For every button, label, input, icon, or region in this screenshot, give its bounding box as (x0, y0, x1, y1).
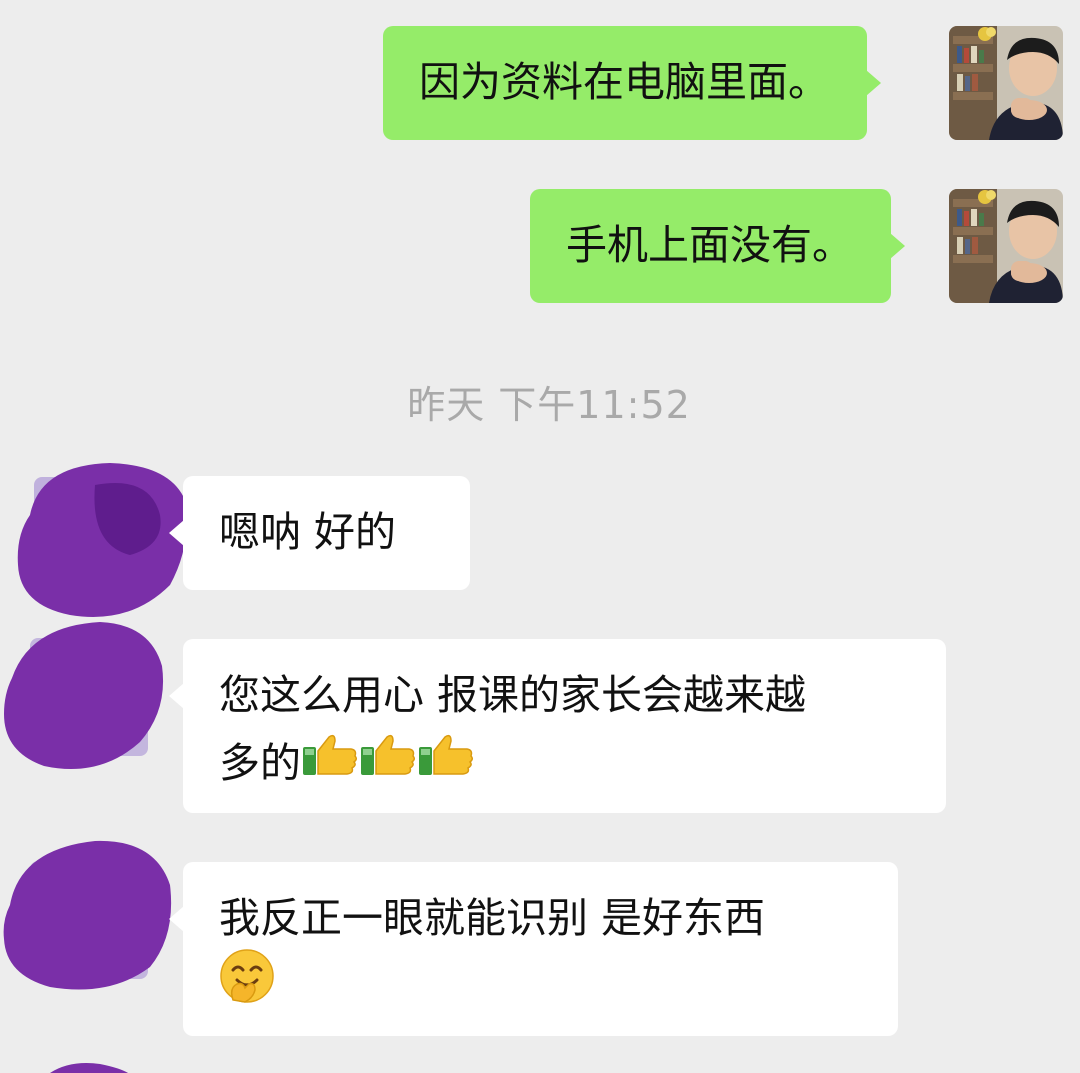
incoming-message-bubble[interactable]: 我反正一眼就能识别 是好东西 (169, 862, 898, 1036)
outgoing-message-bubble[interactable]: 手机上面没有。 (530, 189, 905, 303)
incoming-message-bubble[interactable]: 嗯呐 好的 (169, 476, 470, 590)
self-avatar[interactable] (949, 189, 1063, 303)
message-text-line: 您这么用心 报课的家长会越来越 (219, 671, 807, 719)
outgoing-message-bubble[interactable]: 因为资料在电脑里面。 (383, 26, 881, 140)
person-portrait-icon (949, 26, 1063, 140)
redacted-avatar[interactable] (0, 835, 175, 995)
message-text: 我反正一眼就能识别 是好东西 (219, 894, 766, 942)
message-text: 手机上面没有。 (566, 221, 853, 269)
message-text: 因为资料在电脑里面。 (419, 58, 829, 106)
chat-area: 因为资料在电脑里面。 手机上面没有。 昨天 下午11:52 嗯呐 好的 您这么用… (0, 0, 1080, 1073)
thumbs-up-icon (417, 729, 475, 797)
redacted-avatar (50, 1063, 128, 1073)
hugging-face-icon (219, 948, 275, 1024)
message-timestamp: 昨天 下午11:52 (407, 383, 691, 427)
message-text-line: 多的 (219, 729, 910, 797)
thumbs-up-icon (359, 729, 417, 797)
message-text: 多的 (219, 739, 301, 787)
self-avatar[interactable] (949, 26, 1063, 140)
message-text-line (219, 949, 862, 1024)
redacted-avatar[interactable] (0, 618, 170, 776)
message-text: 嗯呐 好的 (219, 508, 397, 556)
redacted-avatar[interactable] (10, 455, 190, 625)
incoming-message-bubble[interactable]: 您这么用心 报课的家长会越来越 多的 (169, 639, 946, 813)
person-portrait-icon (949, 189, 1063, 303)
thumbs-up-icon (301, 729, 359, 797)
